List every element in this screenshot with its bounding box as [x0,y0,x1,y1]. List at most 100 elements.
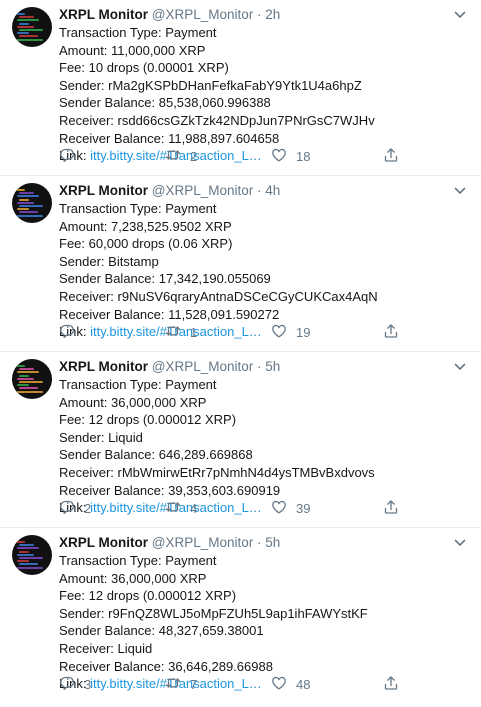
avatar-line [19,544,34,547]
tweet-line: Transaction Type: Payment [59,377,217,392]
tweet-text: Transaction Type: Payment Amount: 7,238,5… [59,200,469,341]
heart-icon [271,147,287,166]
chevron-down-icon[interactable] [453,8,467,22]
avatar-line [17,19,39,22]
retweet-count: 4 [190,500,198,516]
avatar-line [19,205,43,207]
chevron-down-icon[interactable] [453,536,467,550]
avatar-line [19,16,34,19]
user-handle[interactable]: @XRPL_Monitor [152,535,254,550]
avatar-line [17,38,43,41]
user-handle[interactable]: @XRPL_Monitor [152,183,254,198]
timestamp[interactable]: 2h [265,7,280,22]
avatar-line [17,377,34,380]
share-icon [383,499,399,518]
tweet-actions: 2 18 [59,147,419,165]
tweet[interactable]: XRPL Monitor @XRPL_Monitor · 2h Transact… [0,0,481,176]
tweet-line: Amount: 36,000,000 XRP [59,570,207,586]
retweet-icon [165,323,181,342]
avatar-line [17,25,34,28]
heart-icon [271,675,287,694]
retweet-button[interactable]: 4 [165,499,197,517]
avatar-line [17,201,34,204]
share-button[interactable] [383,499,399,517]
chevron-down-icon[interactable] [453,360,467,374]
tweet[interactable]: XRPL Monitor @XRPL_Monitor · 5h Transact… [0,528,481,704]
like-button[interactable]: 19 [271,323,310,341]
time-separator: · [257,183,262,198]
display-name[interactable]: XRPL Monitor [59,535,148,550]
share-button[interactable] [383,323,399,341]
reply-button[interactable]: 3 [59,675,91,693]
reply-count: 2 [84,500,92,516]
avatar-line [17,189,25,191]
reply-button[interactable] [59,323,84,341]
reply-button[interactable] [59,147,84,165]
tweet-line: Receiver Balance: 11,988,897.604658 [59,130,280,146]
tweet-line: Amount: 7,238,525.9502 XRP [59,218,232,234]
time-separator: · [257,7,262,22]
tweet-line: Transaction Type: Payment [59,25,217,40]
tweet-text: Transaction Type: Payment Amount: 11,000,… [59,24,469,165]
chevron-down-icon[interactable] [453,184,467,198]
tweet-header: XRPL Monitor @XRPL_Monitor · 4h [59,182,469,200]
avatar[interactable] [12,7,52,47]
share-button[interactable] [383,147,399,165]
timestamp[interactable]: 5h [265,359,280,374]
tweet-actions: 2 4 39 [59,499,419,517]
avatar-line [17,214,43,217]
reply-icon [59,147,75,166]
tweet-line: Fee: 10 drops (0.00001 XRP) [59,60,229,76]
retweet-button[interactable]: 2 [165,147,197,165]
avatar-line [19,374,29,377]
avatar-line [19,198,29,201]
reply-icon [59,499,75,518]
tweet-line: Fee: 12 drops (0.000012 XRP) [59,588,237,604]
avatar[interactable] [12,183,52,223]
avatar-line [19,368,34,371]
tweet-line: Receiver: rMbWmirwEtRr7pNmhN4d4ysTMBvBxd… [59,464,375,480]
retweet-button[interactable]: 1 [165,323,197,341]
reply-count: 3 [84,676,92,692]
like-button[interactable]: 39 [271,499,310,517]
share-icon [383,675,399,694]
avatar-line [17,560,29,563]
share-button[interactable] [383,675,399,693]
tweet-line: Receiver Balance: 36,646,289.66988 [59,658,273,674]
tweet-line: Transaction Type: Payment [59,201,217,216]
like-count: 48 [296,676,311,692]
tweet-line: Receiver: Liquid [59,640,153,656]
display-name[interactable]: XRPL Monitor [59,359,148,374]
tweet-line: Receiver: r9NuSV6qraryAntnaDSCeCGyCUKCax… [59,288,378,304]
tweet-content: XRPL Monitor @XRPL_Monitor · 5h Transact… [59,358,469,517]
retweet-icon [165,147,181,166]
display-name[interactable]: XRPL Monitor [59,183,148,198]
avatar[interactable] [12,535,52,575]
like-button[interactable]: 18 [271,147,310,165]
retweet-icon [165,499,181,518]
avatar[interactable] [12,359,52,399]
display-name[interactable]: XRPL Monitor [59,7,148,22]
tweet[interactable]: XRPL Monitor @XRPL_Monitor · 5h Transact… [0,352,481,528]
tweet-line: Transaction Type: Payment [59,553,217,568]
avatar-line [19,557,43,559]
avatar-line [17,541,25,543]
avatar-line [19,211,38,214]
user-handle[interactable]: @XRPL_Monitor [152,7,254,22]
timestamp[interactable]: 5h [265,535,280,550]
tweet-line: Sender: Bitstamp [59,253,159,269]
retweet-button[interactable]: 7 [165,675,197,693]
tweet-line: Amount: 11,000,000 XRP [59,42,206,58]
tweet-header: XRPL Monitor @XRPL_Monitor · 2h [59,6,469,24]
user-handle[interactable]: @XRPL_Monitor [152,359,254,374]
tweet-text: Transaction Type: Payment Amount: 36,000,… [59,552,469,693]
like-button[interactable]: 48 [271,675,310,693]
tweet-line: Receiver Balance: 39,353,603.690919 [59,482,281,498]
like-count: 19 [296,324,311,340]
share-icon [383,323,399,342]
timestamp[interactable]: 4h [265,183,280,198]
tweet-text: Transaction Type: Payment Amount: 36,000,… [59,376,469,517]
reply-button[interactable]: 2 [59,499,91,517]
tweet[interactable]: XRPL Monitor @XRPL_Monitor · 4h Transact… [0,176,481,352]
share-icon [383,147,399,166]
